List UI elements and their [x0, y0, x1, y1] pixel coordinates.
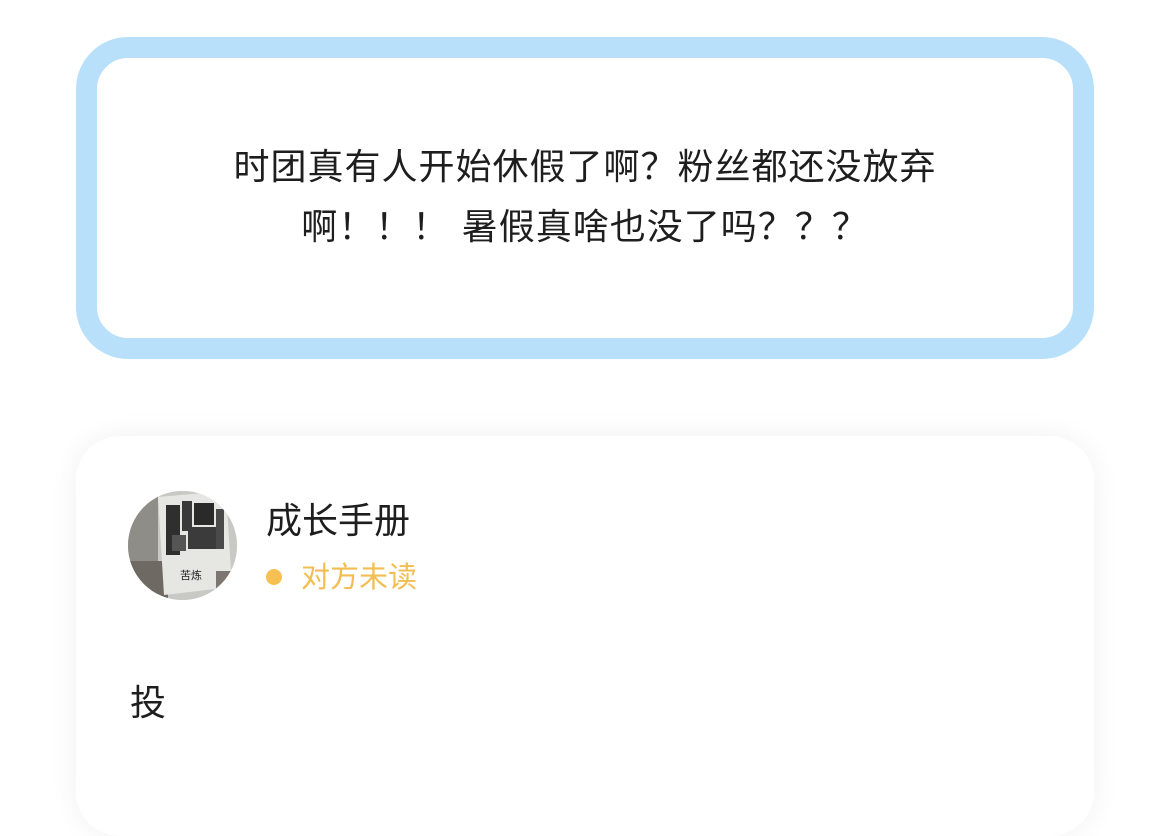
status-text: 对方未读 — [301, 560, 418, 594]
reply-message: 投 — [130, 683, 167, 724]
question-text: 时团真有人开始休假了啊？粉丝都还没放弃 啊！！！ 暑假真啥也没了吗？？？ — [175, 138, 995, 258]
avatar-book-title: 苦炼 — [180, 568, 202, 582]
question-line-1: 时团真有人开始休假了啊？粉丝都还没放弃 — [233, 147, 937, 188]
username[interactable]: 成长手册 — [266, 500, 410, 544]
question-line-2: 啊！！！ 暑假真啥也没了吗？？？ — [301, 207, 869, 248]
status-dot-icon — [266, 569, 282, 585]
avatar[interactable]: 苦炼 — [128, 491, 237, 600]
read-status: 对方未读 — [266, 557, 417, 597]
reply-card: 苦炼 成长手册 对方未读 投 — [76, 436, 1094, 836]
question-card: 时团真有人开始休假了啊？粉丝都还没放弃 啊！！！ 暑假真啥也没了吗？？？ — [76, 37, 1094, 359]
avatar-book-image: 苦炼 — [128, 491, 237, 600]
